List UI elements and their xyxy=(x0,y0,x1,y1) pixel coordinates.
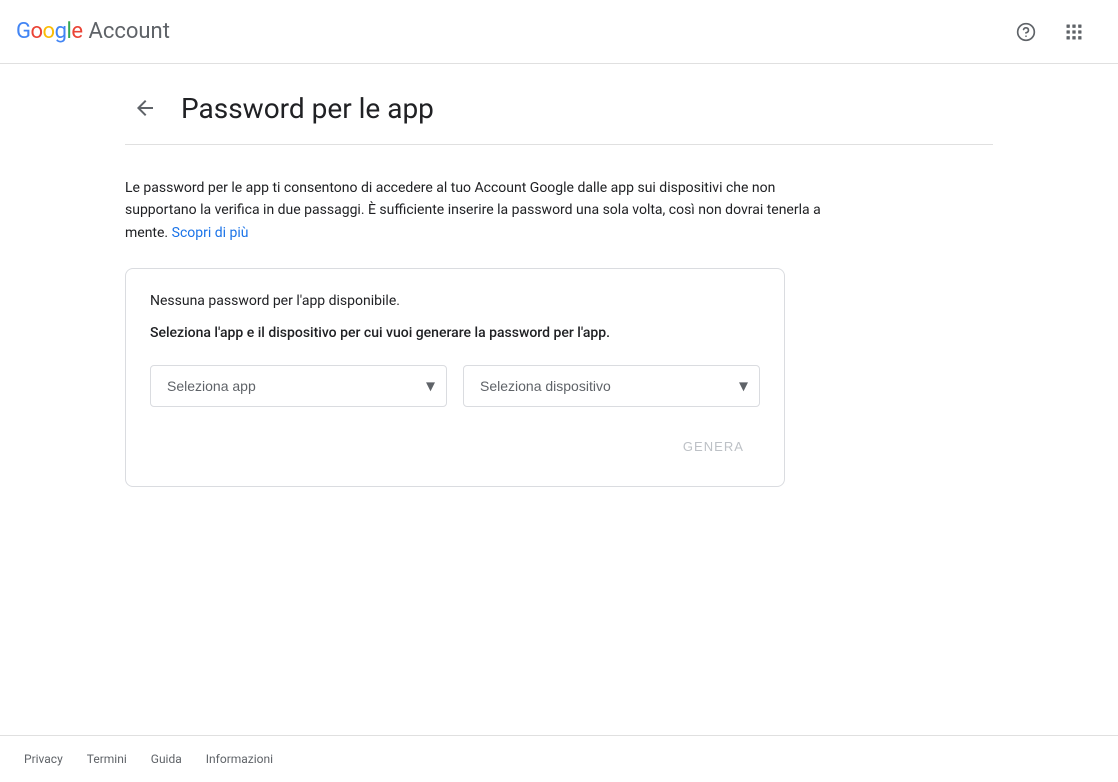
footer-informazioni-link[interactable]: Informazioni xyxy=(206,752,273,766)
google-logo: Google Account xyxy=(16,19,170,44)
apps-icon xyxy=(1064,22,1084,42)
help-button[interactable] xyxy=(1006,12,1046,52)
back-arrow-icon xyxy=(133,96,157,120)
genera-button[interactable]: GENERA xyxy=(667,431,760,462)
help-icon xyxy=(1016,22,1036,42)
no-password-text: Nessuna password per l'app disponibile. xyxy=(150,293,760,309)
main-content: Password per le app Le password per le a… xyxy=(109,64,1009,735)
page-title: Password per le app xyxy=(181,92,434,125)
genera-row: GENERA xyxy=(150,431,760,462)
learn-more-link[interactable]: Scopri di più xyxy=(172,225,249,241)
dropdowns-row: Seleziona app ▾ Seleziona dispositivo ▾ xyxy=(150,365,760,407)
footer-termini-link[interactable]: Termini xyxy=(87,752,127,766)
account-label: Account xyxy=(88,19,169,44)
logo-text: Google xyxy=(16,19,82,44)
page-header: Password per le app xyxy=(125,88,993,145)
back-button[interactable] xyxy=(125,88,165,128)
header-right xyxy=(1006,12,1094,52)
header: Google Account xyxy=(0,0,1118,64)
app-passwords-card: Nessuna password per l'app disponibile. … xyxy=(125,268,785,487)
description: Le password per le app ti consentono di … xyxy=(125,177,825,244)
app-dropdown[interactable]: Seleziona app xyxy=(150,365,447,407)
footer: Privacy Termini Guida Informazioni xyxy=(0,735,1118,782)
header-left: Google Account xyxy=(16,19,170,44)
device-dropdown[interactable]: Seleziona dispositivo xyxy=(463,365,760,407)
footer-guida-link[interactable]: Guida xyxy=(151,752,182,766)
apps-button[interactable] xyxy=(1054,12,1094,52)
footer-privacy-link[interactable]: Privacy xyxy=(24,752,63,766)
select-instruction: Seleziona l'app e il dispositivo per cui… xyxy=(150,325,760,341)
device-dropdown-wrapper: Seleziona dispositivo ▾ xyxy=(463,365,760,407)
app-dropdown-wrapper: Seleziona app ▾ xyxy=(150,365,447,407)
